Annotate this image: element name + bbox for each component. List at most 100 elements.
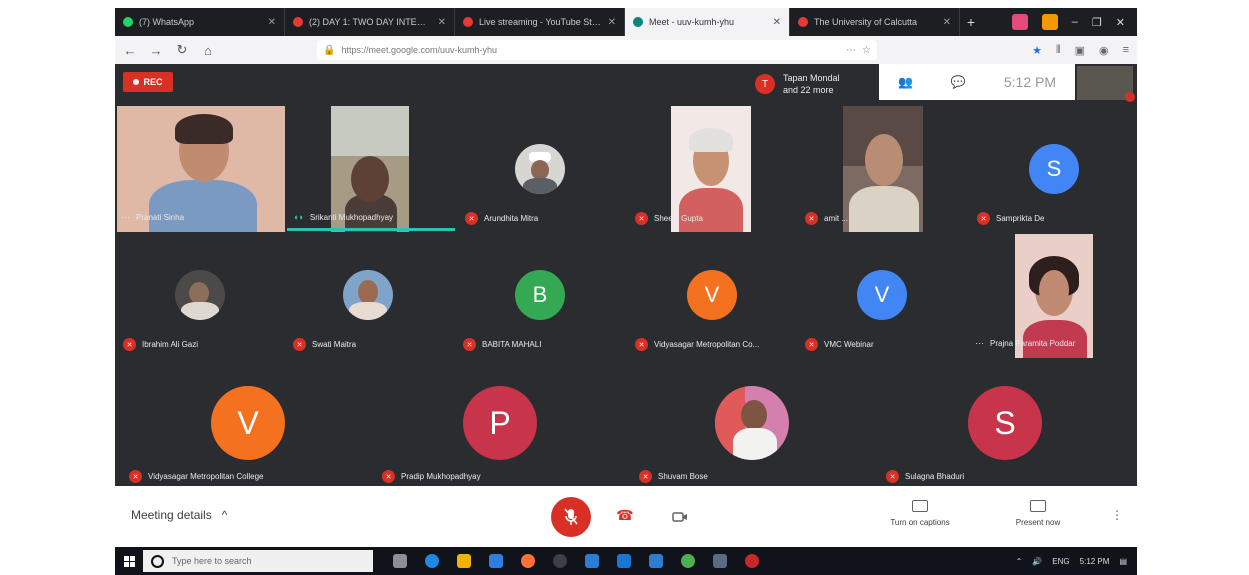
app-icon[interactable] bbox=[617, 554, 631, 568]
mic-off-icon: ✕ bbox=[463, 338, 476, 351]
volume-icon[interactable]: 🔊 bbox=[1032, 557, 1042, 566]
phone-hangup-icon: ☎ bbox=[616, 507, 634, 523]
participant-name: VMC Webinar bbox=[824, 340, 874, 349]
speaking-indicator-icon: ◖◗ bbox=[293, 212, 304, 222]
recording-badge: REC bbox=[123, 72, 173, 92]
close-window-icon[interactable]: ✕ bbox=[1116, 16, 1125, 29]
account-icon[interactable]: ◉ bbox=[1099, 44, 1109, 57]
participant-tile[interactable]: ✕ Arundhita Mitra bbox=[455, 106, 625, 232]
participant-name: Sheela Gupta bbox=[654, 214, 703, 223]
file-explorer-icon[interactable] bbox=[457, 554, 471, 568]
tab-meet[interactable]: Meet - uuv-kumh-yhu ✕ bbox=[625, 8, 790, 36]
participant-tile[interactable]: ✕ Shuvam Bose bbox=[625, 358, 880, 486]
taskbar-clock[interactable]: 5:12 PM bbox=[1080, 557, 1110, 566]
presenter-name: Tapan Mondal bbox=[783, 73, 840, 83]
reload-icon[interactable]: ↻ bbox=[175, 42, 189, 58]
url-text: https://meet.google.com/uuv-kumh-yhu bbox=[341, 45, 498, 55]
participant-name: Sulagna Bhaduri bbox=[905, 472, 965, 481]
mic-toggle-button[interactable] bbox=[551, 497, 591, 537]
app-icon[interactable] bbox=[745, 554, 759, 568]
close-icon[interactable]: ✕ bbox=[268, 17, 276, 28]
url-field[interactable]: 🔒 https://meet.google.com/uuv-kumh-yhu ⋯… bbox=[317, 40, 877, 60]
mic-off-icon: ✕ bbox=[129, 470, 142, 483]
edge-icon[interactable] bbox=[425, 554, 439, 568]
chat-icon[interactable]: 💬 bbox=[951, 75, 966, 89]
camera-toggle-button[interactable] bbox=[670, 507, 690, 527]
forward-icon[interactable]: → bbox=[149, 43, 163, 58]
sidebar-icon[interactable]: ▣ bbox=[1075, 44, 1085, 57]
camera-icon bbox=[672, 512, 687, 522]
extension-icon[interactable] bbox=[1011, 14, 1028, 30]
hang-up-button[interactable]: ☎ bbox=[615, 507, 635, 527]
mic-off-icon: ✕ bbox=[635, 338, 648, 351]
mic-off-icon bbox=[1125, 92, 1135, 102]
taskbar-apps bbox=[393, 554, 759, 568]
library-icon[interactable]: ⫴ bbox=[1056, 44, 1061, 57]
firefox-icon[interactable] bbox=[521, 554, 535, 568]
new-tab-button[interactable]: + bbox=[960, 8, 982, 36]
task-view-icon[interactable] bbox=[393, 554, 407, 568]
present-now-button[interactable]: Present now bbox=[1003, 500, 1073, 527]
participant-tile[interactable]: V ✕ VMC Webinar bbox=[795, 232, 965, 358]
home-icon[interactable]: ⌂ bbox=[201, 43, 215, 58]
back-icon[interactable]: ← bbox=[123, 43, 137, 58]
participant-tile[interactable]: B ✕ BABITA MAHALI bbox=[455, 232, 625, 358]
star-icon[interactable]: ★ bbox=[1032, 44, 1042, 57]
tab-youtube-studio[interactable]: Live streaming - YouTube Stu... ✕ bbox=[455, 8, 625, 36]
extension-icon[interactable] bbox=[1041, 14, 1058, 30]
tab-webinar[interactable]: (2) DAY 1: TWO DAY INTERNATI... ✕ bbox=[285, 8, 455, 36]
participant-tile[interactable]: S ✕ Samprikta De bbox=[965, 106, 1135, 232]
more-options-icon[interactable]: ⋮ bbox=[1111, 508, 1123, 522]
participant-tile[interactable]: ··· Pranati Sinha bbox=[117, 106, 285, 232]
minimize-icon[interactable]: – bbox=[1072, 16, 1078, 28]
participant-tile[interactable]: ✕ Ibrahim Ali Gazi bbox=[115, 232, 285, 358]
participant-name: Ibrahim Ali Gazi bbox=[142, 340, 199, 349]
bookmark-star-icon[interactable]: ☆ bbox=[862, 45, 871, 56]
more-options-icon[interactable]: ··· bbox=[975, 338, 984, 348]
tab-label: Meet - uuv-kumh-yhu bbox=[649, 17, 735, 27]
presenter-avatar: T bbox=[755, 74, 775, 94]
close-icon[interactable]: ✕ bbox=[773, 17, 781, 28]
participant-tile[interactable]: V ✕ Vidyasagar Metropolitan College bbox=[115, 358, 370, 486]
tab-university[interactable]: The University of Calcutta ✕ bbox=[790, 8, 960, 36]
app-icon[interactable] bbox=[713, 554, 727, 568]
participant-tile[interactable]: P ✕ Pradip Mukhopadhyay bbox=[370, 358, 625, 486]
notifications-icon[interactable]: ▤ bbox=[1119, 557, 1127, 566]
captions-button[interactable]: Turn on captions bbox=[875, 500, 965, 527]
participant-tile[interactable]: ✕ Swati Maitra bbox=[285, 232, 455, 358]
participant-name: Shuvam Bose bbox=[658, 472, 708, 481]
browser-tab-strip: (7) WhatsApp ✕ (2) DAY 1: TWO DAY INTERN… bbox=[115, 8, 1137, 36]
mic-off-icon bbox=[564, 508, 578, 525]
people-icon[interactable]: 👥 bbox=[898, 75, 913, 89]
participant-tile[interactable]: S ✕ Sulagna Bhaduri bbox=[880, 358, 1135, 486]
people-icon[interactable]: ⌃ bbox=[1016, 557, 1023, 566]
app-icon[interactable] bbox=[585, 554, 599, 568]
participant-tile[interactable]: V ✕ Vidyasagar Metropolitan Co... bbox=[625, 232, 795, 358]
participant-name: Pranati Sinha bbox=[136, 212, 185, 222]
close-icon[interactable]: ✕ bbox=[943, 17, 951, 28]
maximize-icon[interactable]: ❐ bbox=[1092, 16, 1102, 29]
participant-tile[interactable]: ··· Prajna Paramita Poddar bbox=[965, 232, 1135, 358]
participant-photo bbox=[175, 270, 225, 320]
tab-whatsapp[interactable]: (7) WhatsApp ✕ bbox=[115, 8, 285, 36]
page-actions-icon[interactable]: ⋯ bbox=[846, 45, 856, 56]
meeting-details-button[interactable]: Meeting details ^ bbox=[131, 508, 227, 522]
start-button[interactable] bbox=[115, 555, 143, 567]
more-options-icon[interactable]: ··· bbox=[121, 212, 130, 222]
participant-tile[interactable]: ✕ Sheela Gupta bbox=[625, 106, 795, 232]
app-icon[interactable] bbox=[553, 554, 567, 568]
taskbar-search[interactable]: Type here to search bbox=[143, 550, 373, 572]
participant-tile[interactable]: ◖◗ Srikanti Mukhopadhyay bbox=[285, 106, 455, 232]
close-icon[interactable]: ✕ bbox=[608, 17, 616, 28]
chrome-icon[interactable] bbox=[681, 554, 695, 568]
participant-tile[interactable]: ✕ amit ... bbox=[795, 106, 965, 232]
chevron-up-icon: ^ bbox=[221, 508, 228, 522]
participant-name: Prajna Paramita Poddar bbox=[990, 338, 1076, 348]
store-icon[interactable] bbox=[489, 554, 503, 568]
close-icon[interactable]: ✕ bbox=[438, 17, 446, 28]
menu-icon[interactable]: ≡ bbox=[1123, 44, 1129, 57]
language-indicator[interactable]: ENG bbox=[1052, 557, 1069, 566]
address-bar: ← → ↻ ⌂ 🔒 https://meet.google.com/uuv-ku… bbox=[115, 36, 1137, 64]
self-view-thumbnail[interactable] bbox=[1077, 66, 1135, 102]
app-icon[interactable] bbox=[649, 554, 663, 568]
